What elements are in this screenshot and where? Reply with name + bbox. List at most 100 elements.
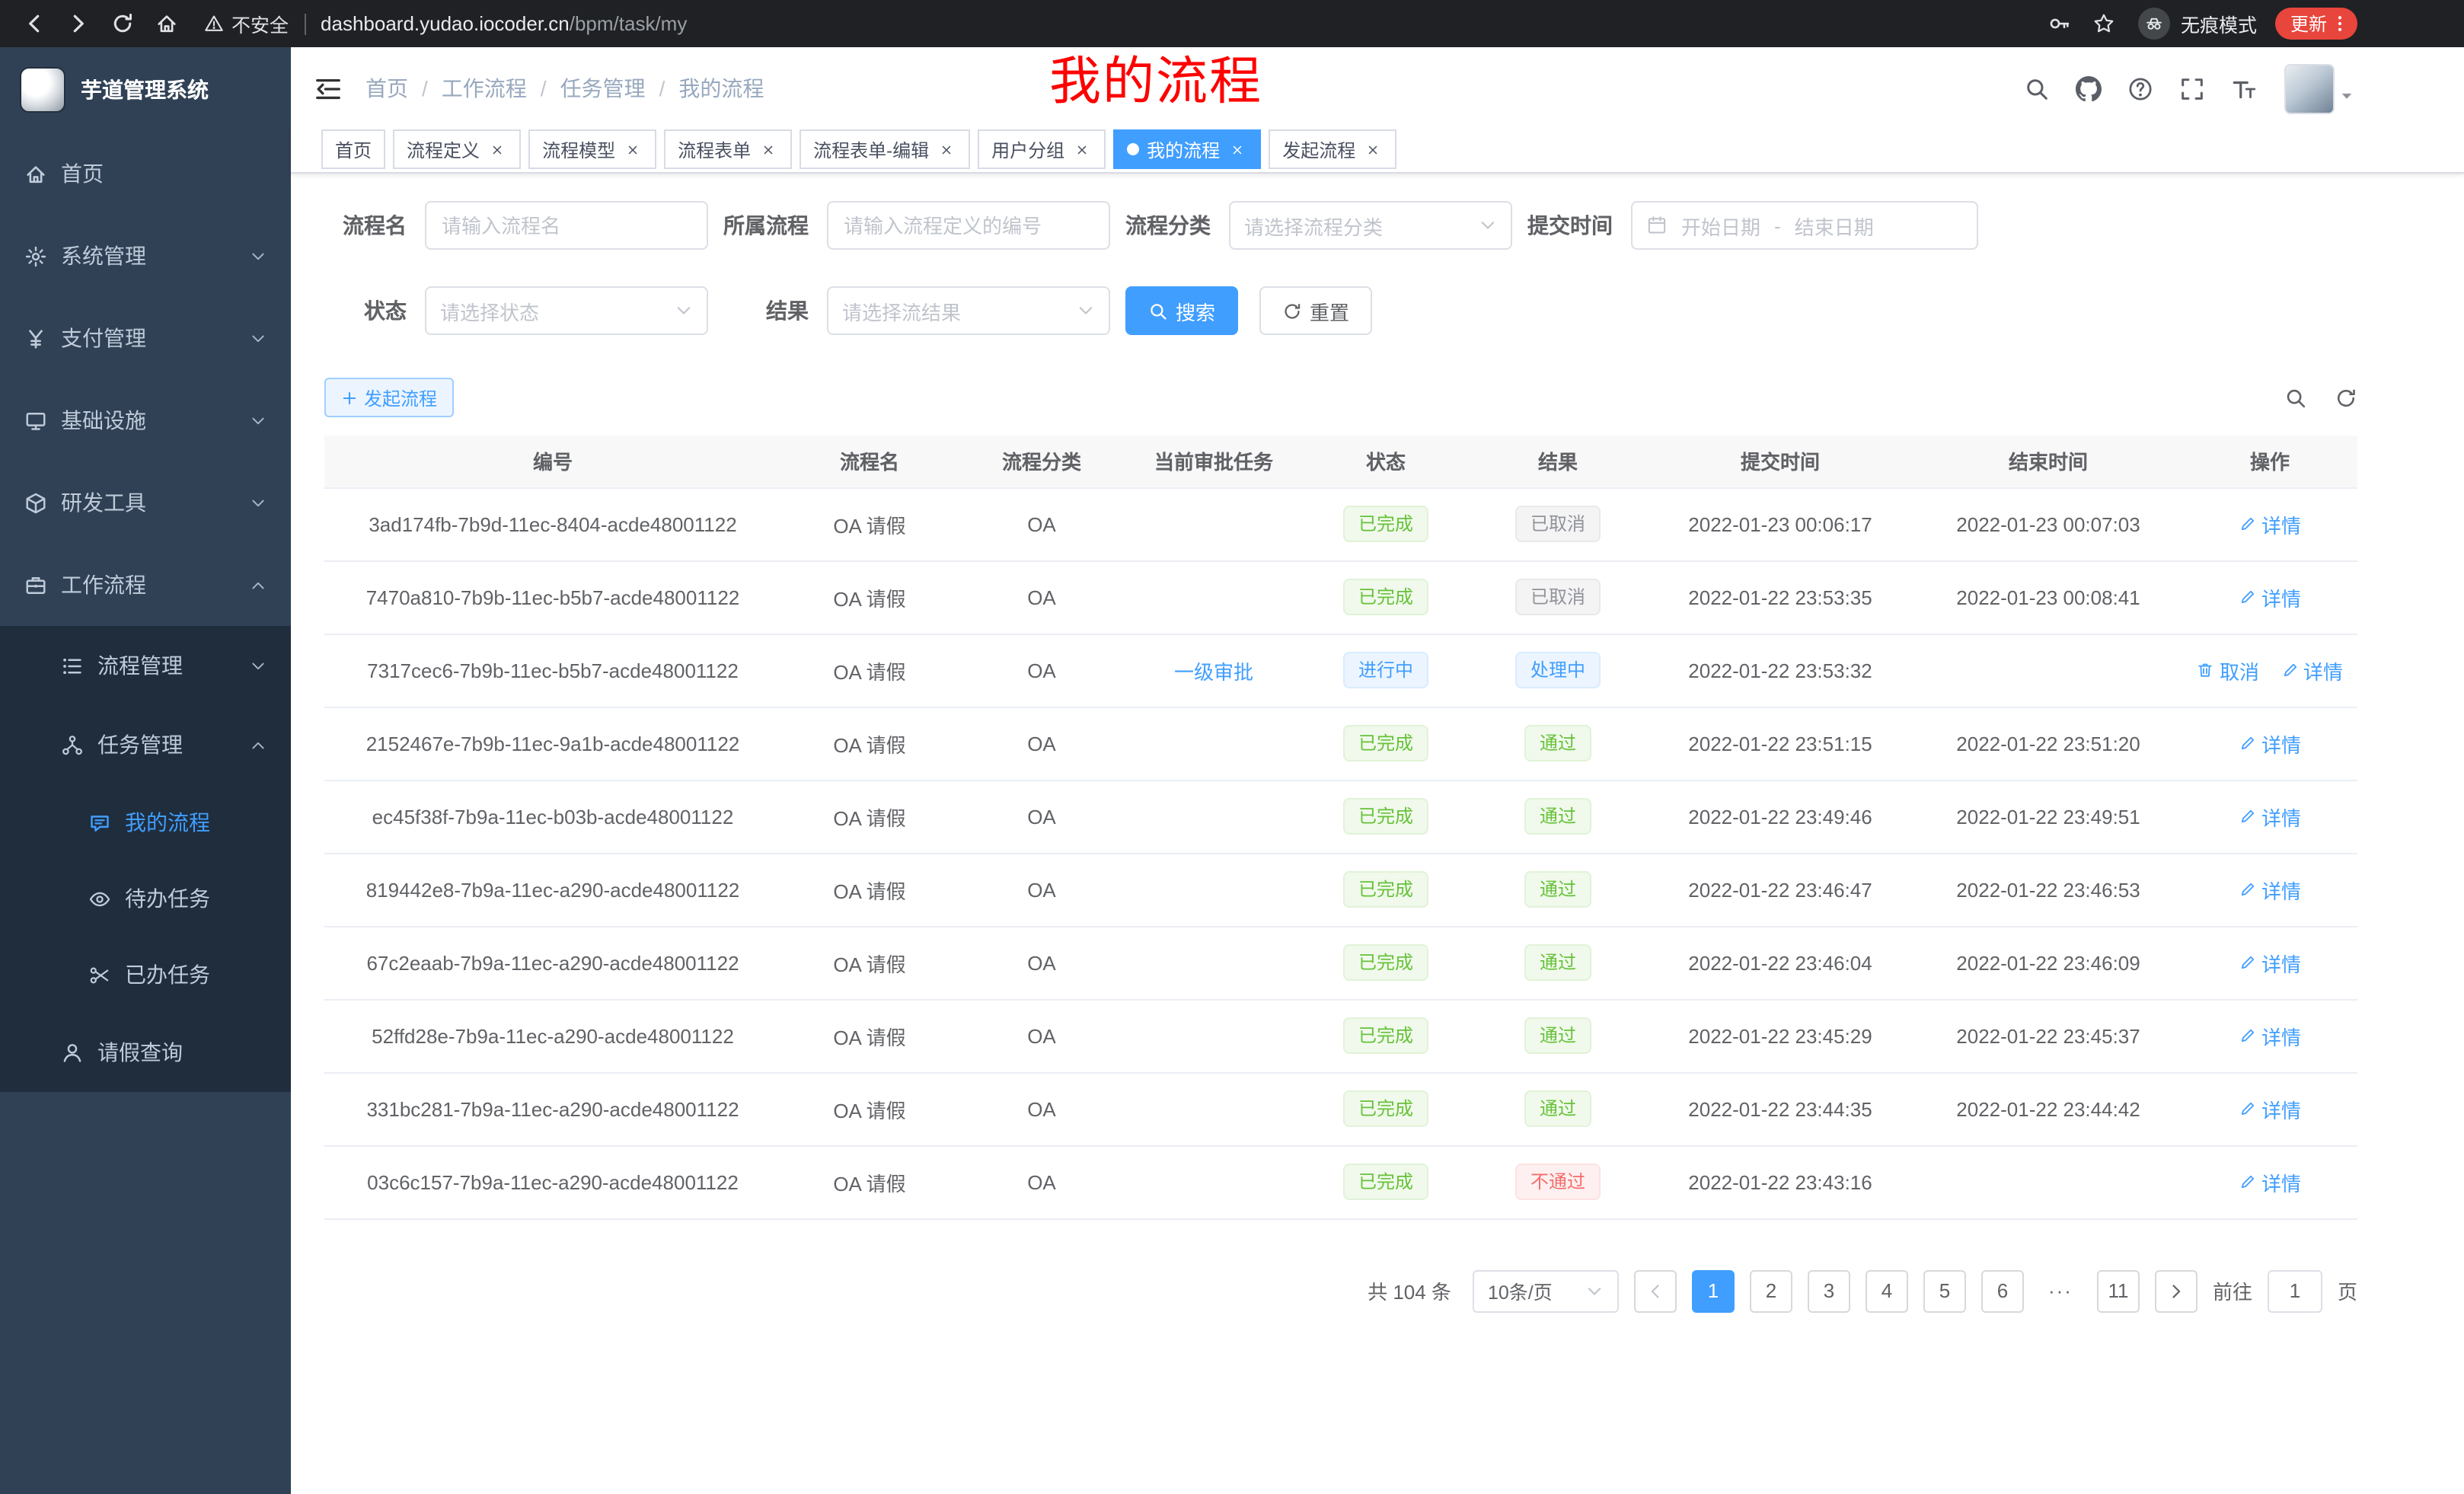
close-icon[interactable] [757,139,778,160]
refresh-table-icon[interactable] [2335,386,2357,409]
close-icon[interactable] [486,139,507,160]
close-icon[interactable] [621,139,643,160]
sidebar-item-payment-manage[interactable]: 支付管理 [0,297,291,379]
close-icon[interactable] [1226,139,1247,160]
address-bar[interactable]: dashboard.yudao.iocoder.cn/bpm/task/my [321,12,687,35]
star-icon[interactable] [2085,5,2123,43]
sidebar-item-process-manage[interactable]: 流程管理 [0,626,291,705]
search-button[interactable]: 搜索 [1125,286,1238,335]
key-icon[interactable] [2041,5,2079,43]
cell-result: 通过 [1470,926,1646,999]
tab-home[interactable]: 首页 [321,129,385,169]
process-definition-input[interactable] [827,201,1110,250]
cell-status: 已完成 [1302,1072,1470,1145]
help-icon[interactable] [2120,69,2159,108]
cell-submit-time: 2022-01-22 23:46:47 [1646,853,1914,926]
chrome-update-button[interactable]: 更新 [2275,8,2357,40]
page-button-6[interactable]: 6 [1981,1269,2024,1312]
detail-link[interactable]: 详情 [2239,875,2301,904]
chevron-down-icon [1077,302,1095,320]
home-icon[interactable] [148,5,186,43]
edit-icon [2239,1100,2257,1118]
next-page-button[interactable] [2155,1269,2197,1312]
reset-button[interactable]: 重置 [1259,286,1372,335]
result-select[interactable]: 请选择流结果 [827,286,1110,335]
sidebar-item-todo-task[interactable]: 待办任务 [0,860,291,937]
edit-icon [2239,807,2257,825]
search-icon[interactable] [2016,69,2056,108]
tab-my-process[interactable]: 我的流程 [1113,129,1261,169]
close-icon[interactable] [1361,139,1383,160]
page-button-11[interactable]: 11 [2097,1269,2140,1312]
back-arrow-icon[interactable] [15,5,53,43]
sidebar-item-leave-query[interactable]: 请假查询 [0,1013,291,1092]
sidebar-item-my-process[interactable]: 我的流程 [0,784,291,860]
sidebar-item-devtools[interactable]: 研发工具 [0,461,291,544]
sidebar-item-home[interactable]: 首页 [0,132,291,215]
goto-page-input[interactable] [2268,1269,2322,1312]
detail-link[interactable]: 详情 [2239,583,2301,611]
detail-link[interactable]: 详情 [2239,1167,2301,1196]
prev-page-button[interactable] [1634,1269,1677,1312]
page-button-2[interactable]: 2 [1750,1269,1792,1312]
chevron-down-icon [250,330,267,346]
page-button-5[interactable]: 5 [1923,1269,1966,1312]
detail-link[interactable]: 详情 [2239,802,2301,831]
reload-icon[interactable] [104,5,142,43]
update-label: 更新 [2290,11,2327,37]
breadcrumb-item[interactable]: 工作流程 [442,73,527,104]
page-button-3[interactable]: 3 [1808,1269,1850,1312]
sidebar-item-infrastructure[interactable]: 基础设施 [0,379,291,461]
chevron-down-icon [1585,1282,1604,1300]
category-select[interactable]: 请选择流程分类 [1229,201,1512,250]
page-size-select[interactable]: 10条/页 [1473,1269,1619,1312]
hamburger-icon[interactable] [314,74,343,103]
close-icon[interactable] [935,139,956,160]
status-select[interactable]: 请选择状态 [425,286,708,335]
cell-status: 进行中 [1302,634,1470,707]
tab-process-definition[interactable]: 流程定义 [393,129,521,169]
sidebar-item-label: 请假查询 [97,1037,183,1068]
tab-process-form[interactable]: 流程表单 [664,129,792,169]
pager-ellipsis[interactable]: ··· [2039,1269,2082,1312]
cell-status: 已完成 [1302,707,1470,780]
github-icon[interactable] [2068,69,2108,108]
detail-link[interactable]: 详情 [2239,948,2301,977]
breadcrumb-item[interactable]: 任务管理 [560,73,646,104]
cancel-link[interactable]: 取消 [2197,656,2259,685]
detail-link[interactable]: 详情 [2239,509,2301,538]
app-logo[interactable]: 芋道管理系统 [0,47,291,132]
sidebar-item-system-manage[interactable]: 系统管理 [0,215,291,297]
browser-right-buttons [2041,5,2123,43]
edit-icon [2239,588,2257,606]
tab-user-group[interactable]: 用户分组 [978,129,1106,169]
process-name-input[interactable] [425,201,708,250]
user-avatar[interactable] [2284,63,2354,113]
tab-process-form-edit[interactable]: 流程表单-编辑 [800,129,970,169]
current-task-link[interactable]: 一级审批 [1174,660,1253,683]
sidebar-item-task-manage[interactable]: 任务管理 [0,705,291,784]
close-icon[interactable] [1071,139,1092,160]
font-size-icon[interactable] [2223,69,2263,108]
sidebar-item-done-task[interactable]: 已办任务 [0,937,291,1013]
submit-time-range-picker[interactable]: 开始日期 - 结束日期 [1631,201,1978,250]
detail-link[interactable]: 详情 [2280,656,2343,685]
tab-process-model[interactable]: 流程模型 [528,129,656,169]
start-process-button[interactable]: 发起流程 [324,378,454,417]
column-header: 提交时间 [1646,436,1914,487]
cell-result: 通过 [1470,1072,1646,1145]
sidebar-item-workflow[interactable]: 工作流程 [0,544,291,626]
search-toggle-icon[interactable] [2284,386,2307,409]
page-button-4[interactable]: 4 [1866,1269,1908,1312]
site-security-chip[interactable]: 不安全 [204,9,289,38]
status-placeholder: 请选择状态 [440,296,539,325]
page-button-1[interactable]: 1 [1692,1269,1735,1312]
breadcrumb-item[interactable]: 首页 [365,73,408,104]
detail-link[interactable]: 详情 [2239,1094,2301,1123]
date-start-placeholder: 开始日期 [1681,211,1760,240]
detail-link[interactable]: 详情 [2239,1021,2301,1050]
detail-link[interactable]: 详情 [2239,729,2301,758]
forward-arrow-icon[interactable] [59,5,97,43]
tab-start-process[interactable]: 发起流程 [1269,129,1396,169]
fullscreen-icon[interactable] [2172,69,2211,108]
